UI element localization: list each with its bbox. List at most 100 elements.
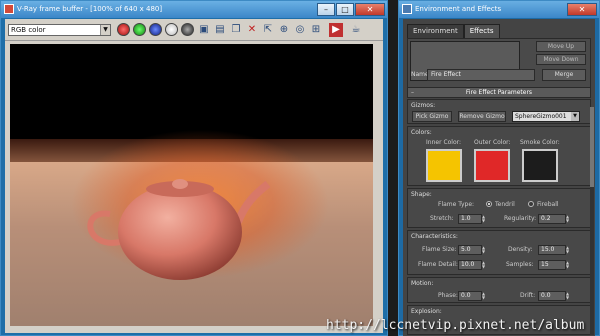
spinner-arrows-icon[interactable]: ▲ ▼	[566, 292, 571, 300]
gizmo-dropdown-value: SphereGizmo001	[515, 113, 567, 120]
phase-spinner[interactable]: 0.0 ▲ ▼	[458, 291, 485, 301]
flame-detail-label: Flame Detail:	[418, 261, 458, 268]
drift-value: 0.0	[541, 292, 551, 299]
phase-label: Phase:	[438, 292, 458, 299]
stretch-label: Stretch:	[430, 215, 454, 222]
green-channel-icon[interactable]	[133, 23, 146, 36]
motion-label: Motion:	[411, 280, 434, 287]
spinner-arrows-icon[interactable]: ▲ ▼	[482, 246, 487, 254]
spinner-arrows-icon[interactable]: ▲ ▼	[482, 261, 487, 269]
spinner-arrows-icon[interactable]: ▲ ▼	[566, 246, 571, 254]
name-row: Name: Fire Effect Merge	[407, 69, 591, 83]
flame-detail-value: 10.0	[461, 261, 475, 268]
gizmos-group: Gizmos: Pick Gizmo Remove Gizmo SphereGi…	[407, 99, 591, 124]
move-down-button[interactable]: Move Down	[536, 54, 586, 65]
vfb-title: V-Ray frame buffer - [100% of 640 x 480]	[17, 5, 163, 13]
minimize-button[interactable]: –	[317, 3, 335, 16]
characteristics-label: Characteristics:	[411, 233, 458, 240]
spinner-arrows-icon[interactable]: ▲ ▼	[566, 215, 571, 223]
characteristics-group: Characteristics: Flame Size: 5.0 ▲ ▼ Dens…	[407, 230, 591, 275]
phase-value: 0.0	[461, 292, 471, 299]
chevron-down-icon: ▼	[100, 25, 110, 35]
explosion-label: Explosion:	[411, 308, 442, 315]
shape-group: Shape: Flame Type: Tendril Fireball Stre…	[407, 188, 591, 228]
env-title-bar[interactable]: Environment and Effects ✕	[399, 1, 599, 18]
smoke-color-label: Smoke Color:	[520, 139, 560, 146]
flame-size-spinner[interactable]: 5.0 ▲ ▼	[458, 245, 485, 255]
tendril-label: Tendril	[495, 201, 515, 208]
collapse-icon: –	[411, 89, 414, 96]
flame-type-label: Flame Type:	[438, 201, 475, 208]
pixel-info-icon[interactable]: ⊞	[309, 23, 323, 37]
smoke-color-swatch[interactable]	[522, 149, 558, 182]
inner-color-swatch[interactable]	[426, 149, 462, 182]
colors-label: Colors:	[411, 129, 432, 136]
vfb-toolbar: RGB color ▼ ▣ ▤ ❐ ✕ ⇱ ⊕ ◎ ⊞ ▶ ☕	[5, 19, 383, 41]
env-tabs: Environment Effects	[407, 24, 500, 38]
samples-spinner[interactable]: 15 ▲ ▼	[538, 260, 569, 270]
outer-color-label: Outer Color:	[474, 139, 511, 146]
tendril-radio[interactable]	[486, 201, 492, 207]
zoom-icon[interactable]: ⊕	[277, 23, 291, 37]
env-title: Environment and Effects	[415, 5, 502, 13]
vfb-body: RGB color ▼ ▣ ▤ ❐ ✕ ⇱ ⊕ ◎ ⊞ ▶ ☕	[5, 19, 383, 333]
vfb-window-buttons: – □ ✕	[317, 3, 385, 16]
alpha-icon[interactable]	[165, 23, 178, 36]
red-channel-icon[interactable]	[117, 23, 130, 36]
drift-spinner[interactable]: 0.0 ▲ ▼	[538, 291, 569, 301]
motion-group: Motion: Phase: 0.0 ▲ ▼ Drift: 0.0 ▲ ▼	[407, 277, 591, 303]
fireball-radio[interactable]	[528, 201, 534, 207]
save-icon[interactable]: ▣	[197, 23, 211, 37]
tab-effects[interactable]: Effects	[463, 24, 500, 38]
flame-detail-spinner[interactable]: 10.0 ▲ ▼	[458, 260, 485, 270]
copy-icon[interactable]: ❐	[229, 23, 243, 37]
rollout-scrollbar[interactable]	[590, 107, 594, 335]
outer-color-swatch[interactable]	[474, 149, 510, 182]
lens-icon[interactable]: ◎	[293, 23, 307, 37]
maximize-button[interactable]: □	[336, 3, 354, 16]
teapot-render	[87, 179, 271, 280]
vray-frame-buffer-window: V-Ray frame buffer - [100% of 640 x 480]…	[0, 0, 388, 336]
effect-name-field[interactable]: Fire Effect	[427, 69, 535, 81]
channel-select[interactable]: RGB color ▼	[8, 24, 111, 36]
channel-select-value: RGB color	[11, 26, 46, 34]
flame-size-label: Flame Size:	[422, 246, 457, 253]
spinner-arrows-icon[interactable]: ▲ ▼	[566, 261, 571, 269]
fireball-label: Fireball	[537, 201, 559, 208]
env-app-icon	[402, 4, 412, 14]
close-button[interactable]: ✕	[355, 3, 385, 16]
drift-label: Drift:	[520, 292, 536, 299]
clear-icon[interactable]: ✕	[245, 23, 259, 37]
load-icon[interactable]: ▤	[213, 23, 227, 37]
remove-gizmo-button[interactable]: Remove Gizmo	[458, 111, 506, 122]
move-up-button[interactable]: Move Up	[536, 41, 586, 52]
params-header-title: Fire Effect Parameters	[465, 89, 533, 96]
tab-environment[interactable]: Environment	[407, 24, 464, 38]
regularity-spinner[interactable]: 0.2 ▲ ▼	[538, 214, 569, 224]
pick-gizmo-button[interactable]: Pick Gizmo	[412, 111, 452, 122]
flame-size-value: 5.0	[461, 246, 471, 253]
blue-channel-icon[interactable]	[149, 23, 162, 36]
mono-icon[interactable]	[181, 23, 194, 36]
track-mouse-icon[interactable]: ⇱	[261, 23, 275, 37]
regularity-value: 0.2	[541, 215, 551, 222]
samples-value: 15	[541, 261, 549, 268]
watermark-url: http://lccnetvip.pixnet.net/album	[326, 318, 585, 333]
vray-app-icon	[4, 4, 14, 14]
density-spinner[interactable]: 15.0 ▲ ▼	[538, 245, 569, 255]
environment-effects-window: Environment and Effects ✕ Environment Ef…	[398, 0, 600, 336]
env-close-button[interactable]: ✕	[567, 3, 597, 16]
render-viewport[interactable]	[10, 44, 373, 326]
vfb-title-bar[interactable]: V-Ray frame buffer - [100% of 640 x 480]…	[1, 1, 387, 18]
regularity-label: Regularity:	[504, 215, 537, 222]
merge-button[interactable]: Merge	[542, 69, 586, 81]
render-icon[interactable]: ▶	[329, 23, 343, 37]
spinner-arrows-icon[interactable]: ▲ ▼	[482, 292, 487, 300]
teapot-icon[interactable]: ☕	[349, 23, 363, 37]
shape-label: Shape:	[411, 191, 432, 198]
fire-params-rollout-header[interactable]: – Fire Effect Parameters	[407, 87, 591, 98]
gizmo-dropdown[interactable]: SphereGizmo001 ▼	[512, 111, 580, 122]
scrollbar-thumb[interactable]	[590, 107, 594, 187]
spinner-arrows-icon[interactable]: ▲ ▼	[482, 215, 487, 223]
stretch-spinner[interactable]: 1.0 ▲ ▼	[458, 214, 485, 224]
